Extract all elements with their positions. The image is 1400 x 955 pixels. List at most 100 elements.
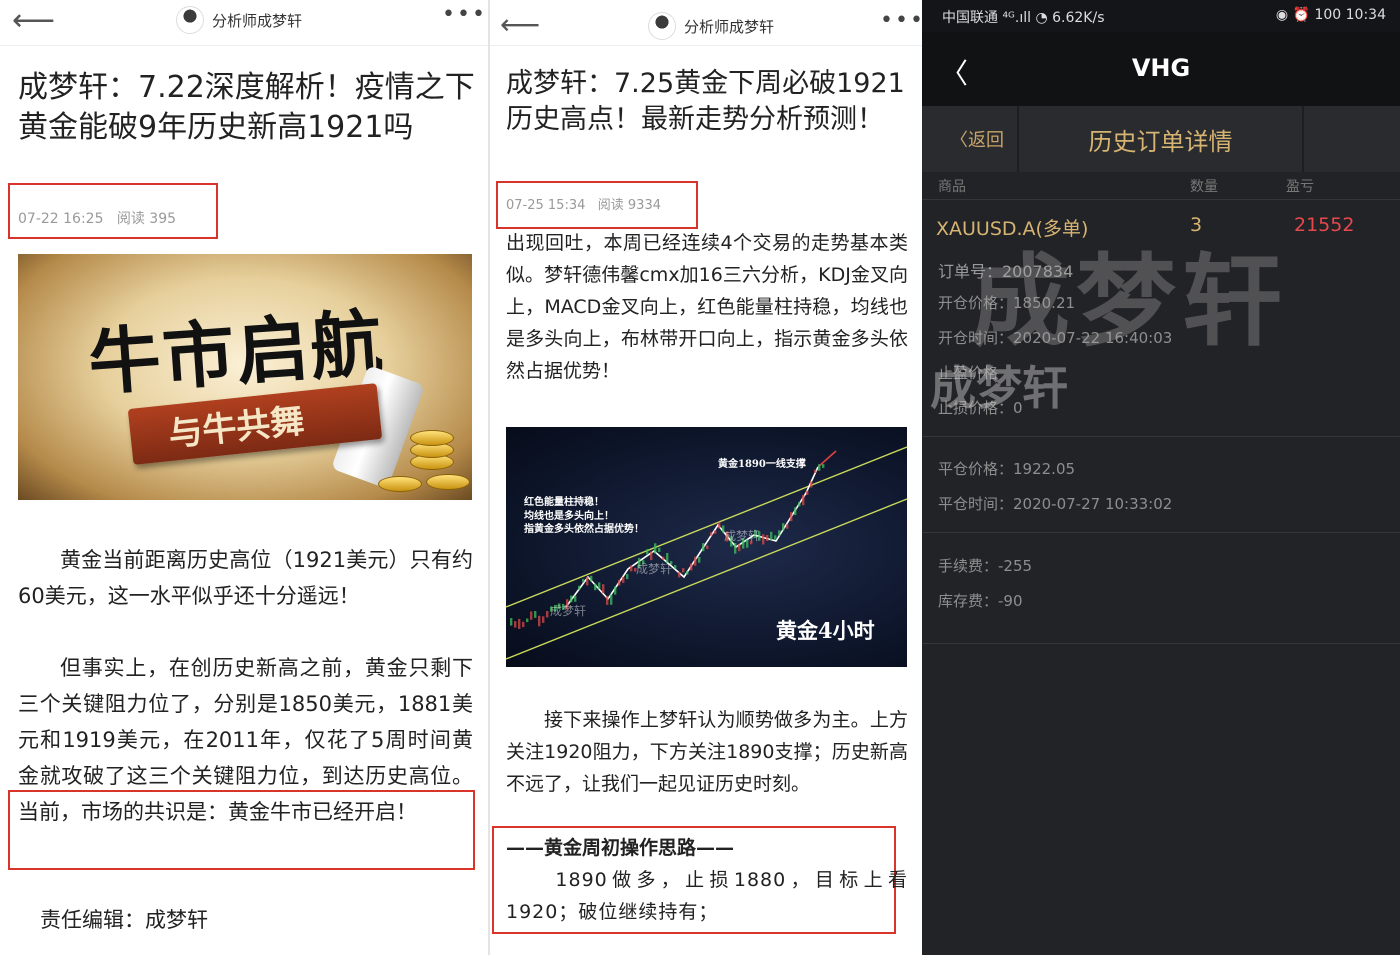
article-title: 成梦轩：7.22深度解析！疫情之下黄金能破9年历史新高1921吗 xyxy=(18,70,475,145)
strategy-title: ——黄金周初操作思路—— xyxy=(506,837,735,859)
column-header-product: 商品 xyxy=(938,179,966,195)
support-annotation: 黄金1890一线支撑 xyxy=(718,459,806,470)
page-heading: 历史订单详情 xyxy=(1088,128,1233,156)
candlestick xyxy=(658,547,661,552)
candlestick xyxy=(594,583,597,591)
author-info[interactable]: 分析师成梦轩 xyxy=(648,12,774,40)
coin-graphic xyxy=(378,476,422,492)
coin-graphic xyxy=(426,474,470,490)
coin-graphic xyxy=(410,430,454,446)
back-arrow-icon[interactable]: ⟵ xyxy=(12,6,55,36)
candlestick xyxy=(682,568,685,573)
candlestick xyxy=(522,621,525,628)
candlestick xyxy=(706,545,709,549)
candlestick xyxy=(822,464,825,468)
close-price: 平仓价格：1922.05 xyxy=(938,460,1076,478)
left-article-panel: ⟵ 分析师成梦轩 ••• 成梦轩：7.22深度解析！疫情之下黄金能破9年历史新高… xyxy=(0,0,488,955)
divider xyxy=(922,532,1400,533)
read-count: 阅读 395 xyxy=(116,211,177,227)
candlestick xyxy=(530,611,533,620)
paragraph-1: 出现回吐，本周已经连续4个交易的走势基本类似。梦轩德伟馨cmx加16三六分析，K… xyxy=(506,232,908,382)
candlestick xyxy=(814,469,817,473)
more-options-icon[interactable]: ••• xyxy=(442,2,487,27)
swap-fee: 库存费：-90 xyxy=(938,592,1023,610)
back-arrow-icon[interactable]: ⟵ xyxy=(500,10,540,40)
candlestick xyxy=(690,563,693,571)
candlestick xyxy=(782,523,785,531)
candlestick xyxy=(630,565,633,572)
candlestick xyxy=(766,535,769,541)
article-meta: 07-25 15:34 阅读 9334 xyxy=(506,194,661,213)
candlestick xyxy=(774,535,777,540)
candlestick xyxy=(694,556,697,566)
candlestick xyxy=(698,557,701,563)
candlestick xyxy=(770,531,773,541)
candlestick xyxy=(606,595,609,605)
article-meta: 07-22 16:25 阅读 395 xyxy=(18,208,176,228)
candlestick xyxy=(526,618,529,623)
divider xyxy=(922,436,1400,437)
candlestick xyxy=(518,618,521,629)
open-price: 开仓价格：1850.21 xyxy=(938,294,1076,312)
app-title: VHG xyxy=(1131,54,1191,82)
strategy-body: 1890做多，止损1880，目标上看1920；破位继续持有； xyxy=(506,869,908,923)
candlestick xyxy=(714,530,717,534)
avatar xyxy=(648,12,676,40)
candlestick xyxy=(678,572,681,578)
banner-image: 牛市启航 与牛共舞 xyxy=(18,254,472,500)
order-pnl: 21552 xyxy=(1294,214,1355,236)
candlestick xyxy=(762,534,765,545)
return-button[interactable]: 〈返回 xyxy=(950,126,1004,152)
candlestick xyxy=(510,618,513,626)
highlight-box xyxy=(8,790,475,870)
take-profit-price: 止盈价格 xyxy=(938,364,999,382)
candlestick xyxy=(710,532,713,536)
candlestick xyxy=(686,571,689,575)
paragraph-1: 黄金当前距离历史高位（1921美元）只有约60美元，这一水平似乎还十分遥远！ xyxy=(18,548,473,608)
candlestick xyxy=(806,490,809,495)
status-bar: 中国联通 ⁴ᴳ.ıll ◔ 6.62K/s ◉ ⏰ 100 10:34 xyxy=(922,0,1400,32)
candlestick xyxy=(674,565,677,569)
candlestick xyxy=(538,615,541,627)
candlestick xyxy=(786,524,789,529)
column-header-qty: 数量 xyxy=(1190,179,1218,195)
chart-watermark: 成梦轩 xyxy=(724,529,761,543)
publish-time: 07-22 16:25 xyxy=(18,211,104,227)
author-name: 分析师成梦轩 xyxy=(684,17,775,36)
candlestick xyxy=(578,585,581,590)
sub-header: 〈返回 历史订单详情 xyxy=(922,106,1400,172)
stop-loss-price: 止损价格：0 xyxy=(938,399,1023,417)
candlestick xyxy=(734,543,737,554)
candlestick xyxy=(534,611,537,618)
article-header: ⟵ 分析师成梦轩 ••• xyxy=(490,0,922,46)
gold-4h-chart: 黄金1890一线支撑 红色能量柱持稳！ 均线也是多头向上！ 指黄金多头依然占据优… xyxy=(506,427,907,667)
candlestick xyxy=(590,575,593,582)
order-number: 订单号：2007834 xyxy=(938,262,1074,281)
paragraph-2: 接下来操作上梦轩认为顺势做多为主。上方关注1920阻力，下方关注1890支撑；历… xyxy=(506,709,908,795)
candlestick xyxy=(618,579,621,586)
more-options-icon[interactable]: ••• xyxy=(880,8,922,33)
candlestick xyxy=(798,502,801,507)
read-count: 阅读 9334 xyxy=(597,198,661,213)
candlestick xyxy=(582,578,585,583)
candlestick xyxy=(626,574,629,580)
candlestick xyxy=(542,616,545,623)
author-name: 分析师成梦轩 xyxy=(212,11,303,30)
candlestick xyxy=(702,543,705,552)
breakout-arrow xyxy=(817,450,837,468)
candlestick xyxy=(654,543,657,554)
candlestick xyxy=(810,481,813,488)
candlestick xyxy=(794,507,797,516)
close-time: 平仓时间：2020-07-27 10:33:02 xyxy=(938,495,1173,513)
candlestick xyxy=(818,464,821,471)
commission-fee: 手续费：-255 xyxy=(938,557,1033,575)
article-title: 成梦轩：7.25黄金下周必破1921历史高点！最新走势分析预测！ xyxy=(506,68,905,135)
open-time: 开仓时间：2020-07-22 16:40:03 xyxy=(938,329,1173,347)
author-info[interactable]: 分析师成梦轩 xyxy=(176,6,302,34)
candlestick xyxy=(602,584,605,594)
divider xyxy=(922,199,1400,200)
candlestick xyxy=(646,549,649,555)
candlestick xyxy=(738,544,741,552)
candlestick xyxy=(546,611,549,618)
article-header: ⟵ 分析师成梦轩 ••• xyxy=(0,0,488,46)
